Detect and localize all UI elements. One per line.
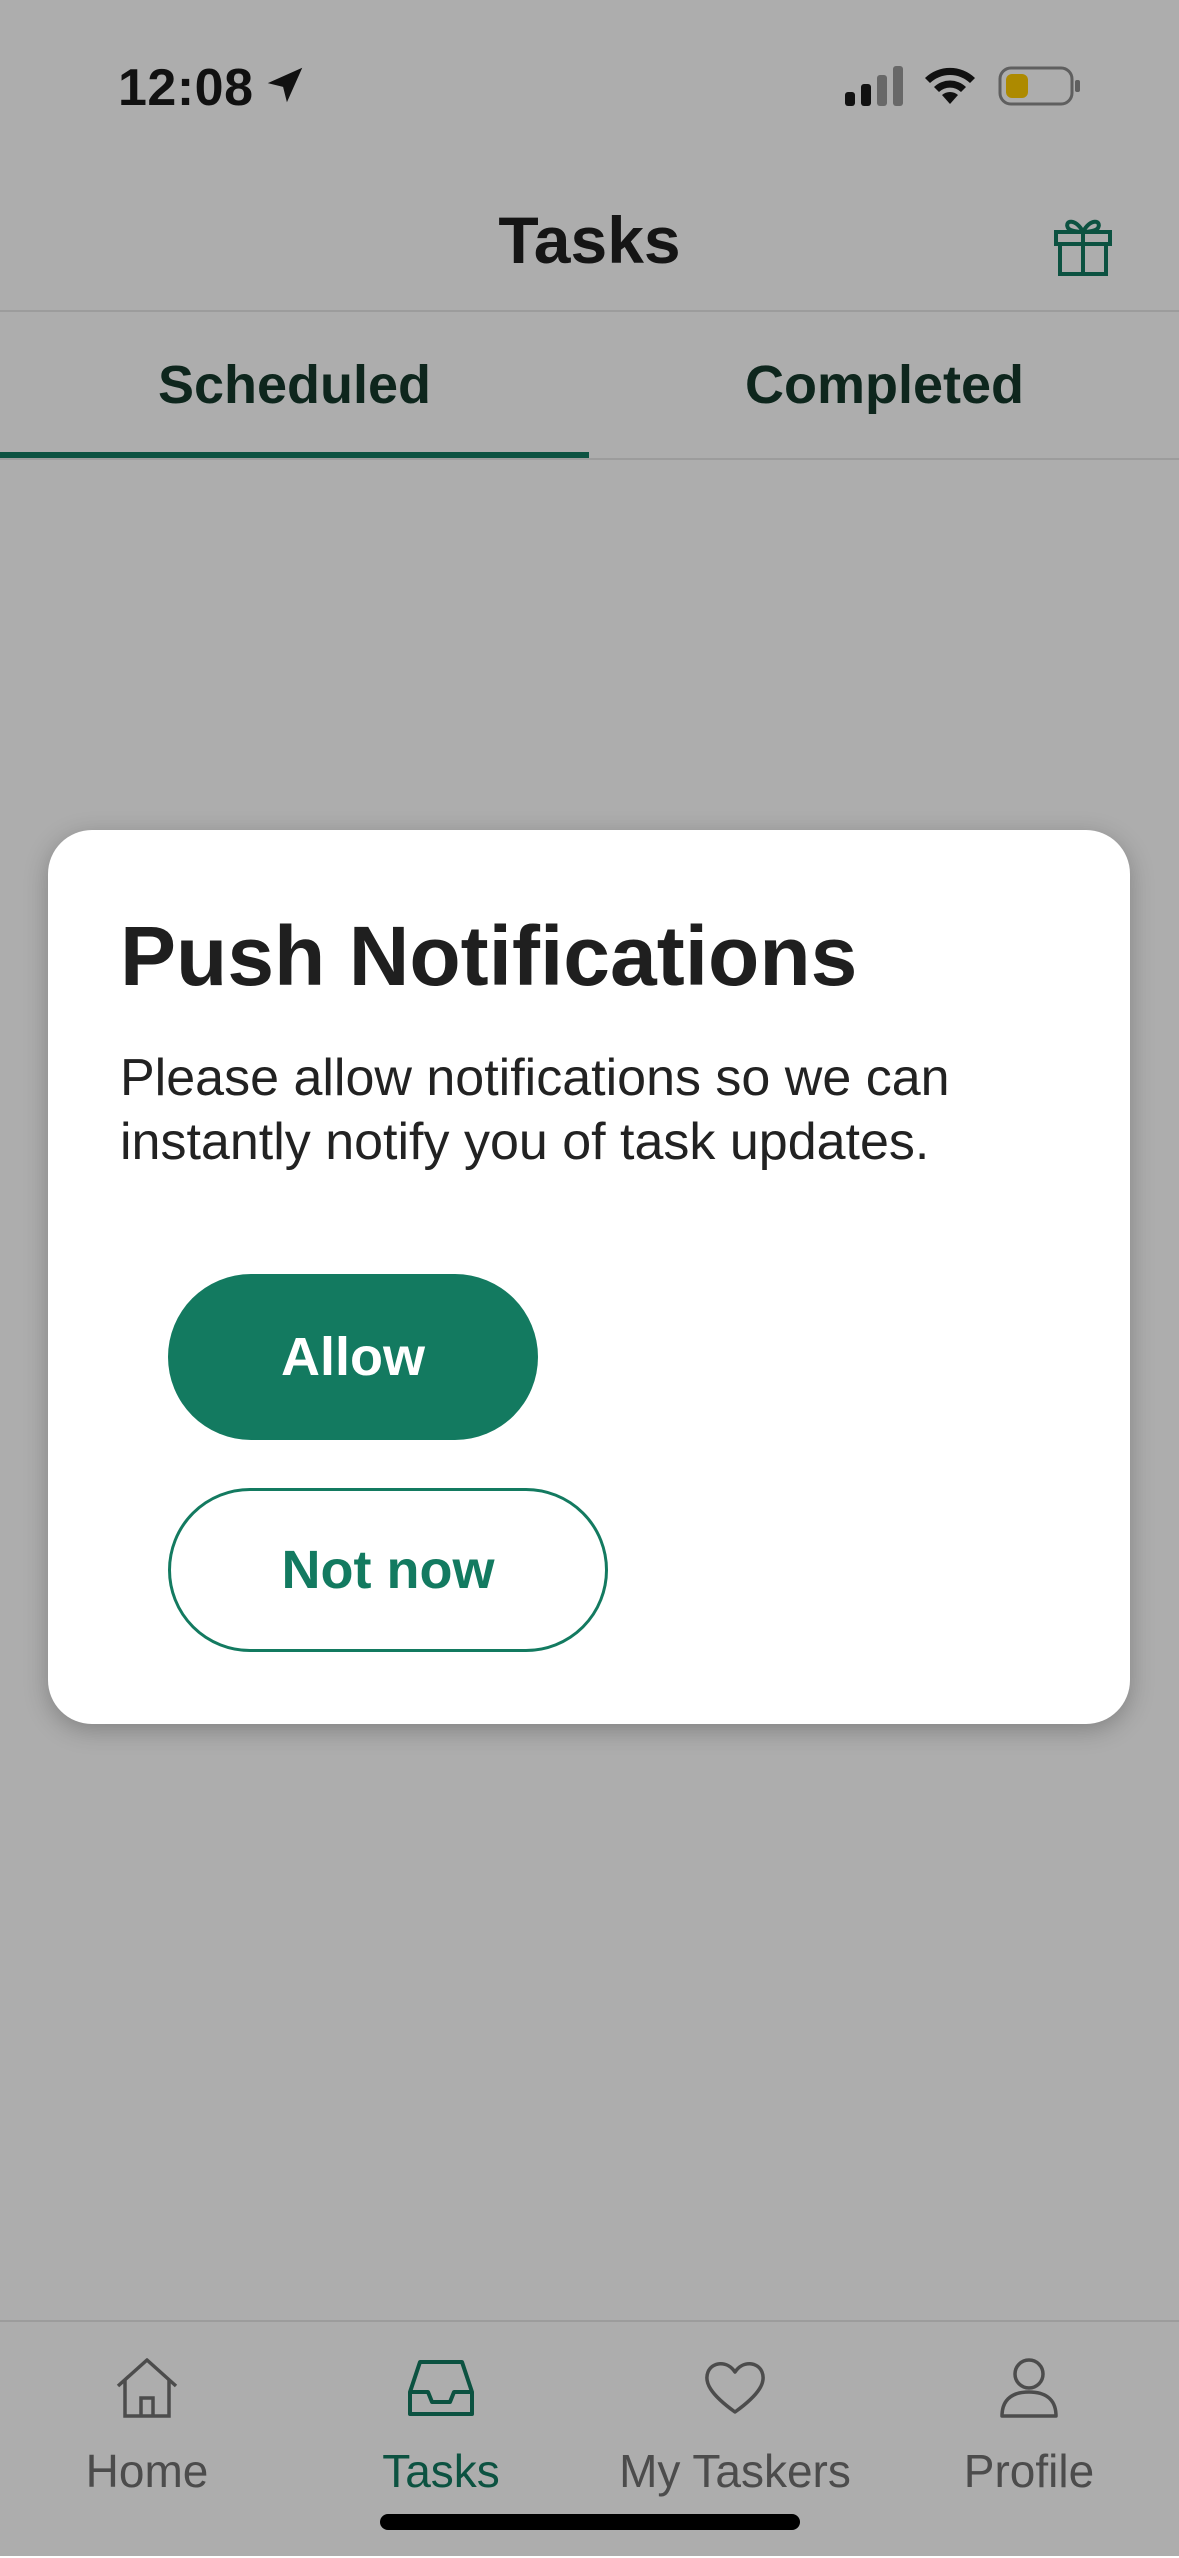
- push-notifications-dialog: Push Notifications Please allow notifica…: [48, 830, 1130, 1724]
- tasks-screen: 12:08 Tasks Scheduled Completed Home Tas…: [0, 0, 1179, 2558]
- dialog-message: Please allow notifications so we can ins…: [120, 1049, 950, 1171]
- allow-button[interactable]: Allow: [168, 1274, 538, 1440]
- home-indicator[interactable]: [380, 2514, 800, 2530]
- not-now-button[interactable]: Not now: [168, 1488, 608, 1652]
- dialog-title: Push Notifications: [120, 909, 858, 1003]
